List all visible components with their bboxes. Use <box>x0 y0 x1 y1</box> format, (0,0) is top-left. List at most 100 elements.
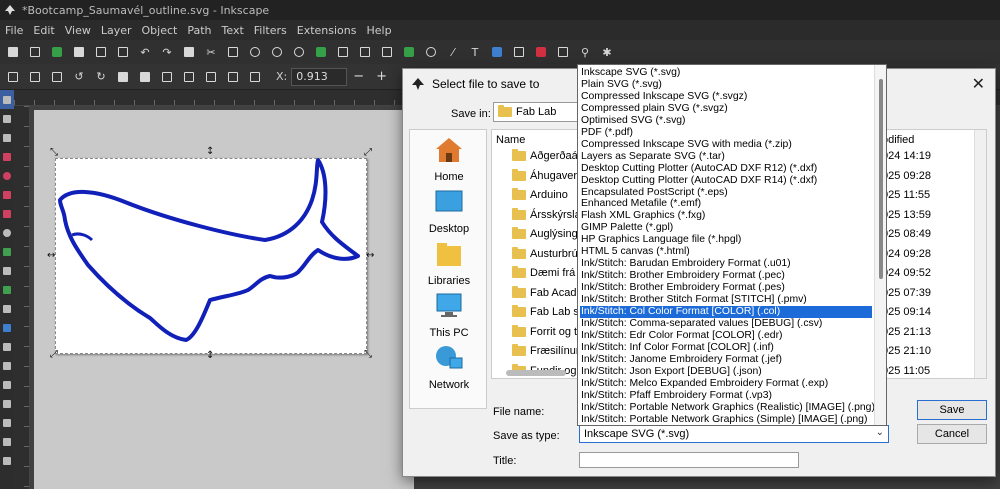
file-type-option[interactable]: Desktop Cutting Plotter (AutoCAD DXF R14… <box>580 175 872 187</box>
file-modified-date: 025 07:39 <box>882 286 931 299</box>
file-type-option[interactable]: Flash XML Graphics (*.fxg) <box>580 210 872 222</box>
file-type-option[interactable]: GIMP Palette (*.gpl) <box>580 222 872 234</box>
file-type-option[interactable]: Inkscape SVG (*.svg) <box>580 67 872 79</box>
file-row[interactable]: Fræsilínur <box>512 344 580 357</box>
layers-icon[interactable] <box>486 42 508 62</box>
file-modified-date: 025 11:05 <box>882 364 931 377</box>
places-bar: Home Desktop Libraries This PC Network <box>409 129 487 409</box>
file-row[interactable]: Ársskýrsla <box>512 207 581 221</box>
chevron-down-icon: ⌄ <box>875 427 884 438</box>
dropdown-scroll-thumb[interactable] <box>879 79 883 279</box>
file-row[interactable]: Austurbrú <box>512 246 578 260</box>
column-header-name[interactable]: Name <box>496 134 525 146</box>
file-type-option[interactable]: HP Graphics Language file (*.hpgl) <box>580 234 872 246</box>
place-desktop[interactable]: Desktop <box>410 188 488 235</box>
save-as-type-select[interactable]: Inkscape SVG (*.svg) ⌄ <box>579 425 889 443</box>
align-distribute-icon[interactable] <box>530 42 552 62</box>
dropdown-scrollbar[interactable] <box>874 65 886 425</box>
file-type-option[interactable]: Ink/Stitch: Portable Network Graphics (R… <box>580 402 875 414</box>
file-name: Fræsilínur <box>530 345 580 357</box>
file-type-option[interactable]: Ink/Stitch: Barudan Embroidery Format (.… <box>580 258 872 270</box>
file-type-option[interactable]: Ink/Stitch: Portable Network Graphics (S… <box>580 414 872 425</box>
eraser-tool-icon[interactable] <box>0 432 14 451</box>
xml-editor-icon[interactable] <box>508 42 530 62</box>
folder-icon <box>512 246 526 259</box>
file-type-option[interactable]: Desktop Cutting Plotter (AutoCAD DXF R12… <box>580 163 872 175</box>
place-home[interactable]: Home <box>410 136 488 183</box>
close-icon[interactable]: ✕ <box>972 74 985 94</box>
file-type-option[interactable]: Compressed Inkscape SVG (*.svgz) <box>580 91 872 103</box>
title-input[interactable] <box>579 452 799 468</box>
file-type-option[interactable]: Ink/Stitch: Brother Embroidery Format (.… <box>580 282 872 294</box>
resize-handle-nw[interactable]: ⤡ <box>50 148 58 158</box>
file-type-option[interactable]: Ink/Stitch: Json Export [DEBUG] (.json) <box>580 366 872 378</box>
file-type-option[interactable]: Layers as Separate SVG (*.tar) <box>580 151 872 163</box>
place-network[interactable]: Network <box>410 344 488 391</box>
fill-stroke-icon[interactable]: ⁄ <box>442 42 464 62</box>
file-type-option[interactable]: Ink/Stitch: Melco Expanded Embroidery Fo… <box>580 378 872 390</box>
ungroup-icon[interactable] <box>398 42 420 62</box>
file-type-option[interactable]: Ink/Stitch: Janome Embroidery Format (.j… <box>580 354 872 366</box>
file-type-option[interactable]: Ink/Stitch: Edr Color Format [COLOR] (.e… <box>580 330 872 342</box>
file-row[interactable]: Auglýsinga <box>512 227 584 240</box>
file-type-option[interactable]: Enhanced Metafile (*.emf) <box>580 198 872 210</box>
save-button[interactable]: Save <box>917 400 987 420</box>
resize-handle-n[interactable]: ↕ <box>206 147 214 157</box>
find-icon[interactable]: ⚲ <box>574 42 596 62</box>
folder-icon <box>512 285 526 298</box>
file-type-option[interactable]: Ink/Stitch: Brother Embroidery Format (.… <box>580 270 872 282</box>
resize-handle-e[interactable]: ↔ <box>366 251 374 261</box>
resize-handle-se[interactable]: ⤡ <box>364 350 372 360</box>
file-name: Austurbrú <box>530 247 578 260</box>
folder-icon <box>512 324 526 337</box>
save-as-type-label: Save as type: <box>493 430 560 442</box>
folder-icon <box>498 105 512 117</box>
save-in-select[interactable]: Fab Lab <box>493 102 579 122</box>
file-type-option[interactable]: Optimised SVG (*.svg) <box>580 115 872 127</box>
folder-icon <box>512 227 526 239</box>
resize-handle-s[interactable]: ↕ <box>206 351 214 361</box>
file-type-option[interactable]: Ink/Stitch: Col Color Format [COLOR] (.c… <box>580 306 872 318</box>
spray-tool-icon[interactable] <box>0 451 14 470</box>
file-row[interactable]: Arduino <box>512 188 568 201</box>
file-modified-date: 024 09:52 <box>882 267 931 279</box>
cancel-button[interactable]: Cancel <box>917 424 987 444</box>
text-font-icon[interactable]: T <box>464 42 486 62</box>
file-type-option[interactable]: Compressed Inkscape SVG with media (*.zi… <box>580 139 872 151</box>
resize-handle-ne[interactable]: ⤢ <box>364 148 372 158</box>
file-row[interactable]: Forrit og ta <box>512 324 583 338</box>
folder-icon <box>512 305 526 317</box>
file-row[interactable]: Dæmi frá d <box>512 266 584 279</box>
file-modified-date: 025 09:28 <box>882 169 931 182</box>
file-type-option[interactable]: Ink/Stitch: Inf Color Format [COLOR] (.i… <box>580 342 872 354</box>
file-type-option[interactable]: Plain SVG (*.svg) <box>580 79 872 91</box>
file-name: Auglýsinga <box>530 228 584 240</box>
file-list-scrollbar[interactable] <box>974 130 986 378</box>
title-label: Title: <box>493 455 517 467</box>
file-row[interactable]: Áhugaverð <box>512 168 584 182</box>
place-libraries[interactable]: Libraries <box>410 240 488 287</box>
resize-handle-w[interactable]: ↔ <box>47 251 55 261</box>
file-type-option[interactable]: Ink/Stitch: Brother Stitch Format [STITC… <box>580 294 872 306</box>
place-desktop-label: Desktop <box>428 223 470 235</box>
file-type-option[interactable]: Ink/Stitch: Comma-separated values [DEBU… <box>580 318 872 330</box>
inkscape-logo-icon <box>412 78 424 90</box>
measure-tool-icon[interactable] <box>0 413 14 432</box>
file-row[interactable]: Fab Acade <box>512 285 583 299</box>
file-type-option[interactable]: Ink/Stitch: Pfaff Embroidery Format (.vp… <box>580 390 872 402</box>
file-type-option[interactable]: Compressed plain SVG (*.svgz) <box>580 103 872 115</box>
preferences-icon[interactable]: ✱ <box>596 42 618 62</box>
file-name: Áhugaverð <box>530 169 584 182</box>
file-type-option[interactable]: Encapsulated PostScript (*.eps) <box>580 187 872 199</box>
file-type-option[interactable]: HTML 5 canvas (*.html) <box>580 246 872 258</box>
node-editor-icon[interactable] <box>420 42 442 62</box>
place-this-pc[interactable]: This PC <box>410 292 488 339</box>
folder-icon <box>512 188 526 200</box>
resize-handle-sw[interactable]: ⤢ <box>50 350 58 360</box>
save-in-value: Fab Lab <box>516 106 557 118</box>
file-list-hscroll-thumb[interactable] <box>506 370 566 376</box>
document-properties-icon[interactable] <box>552 42 574 62</box>
file-modified-date: 025 21:13 <box>882 325 931 338</box>
file-row[interactable]: Fab Lab sý <box>512 305 584 318</box>
file-type-option[interactable]: PDF (*.pdf) <box>580 127 872 139</box>
